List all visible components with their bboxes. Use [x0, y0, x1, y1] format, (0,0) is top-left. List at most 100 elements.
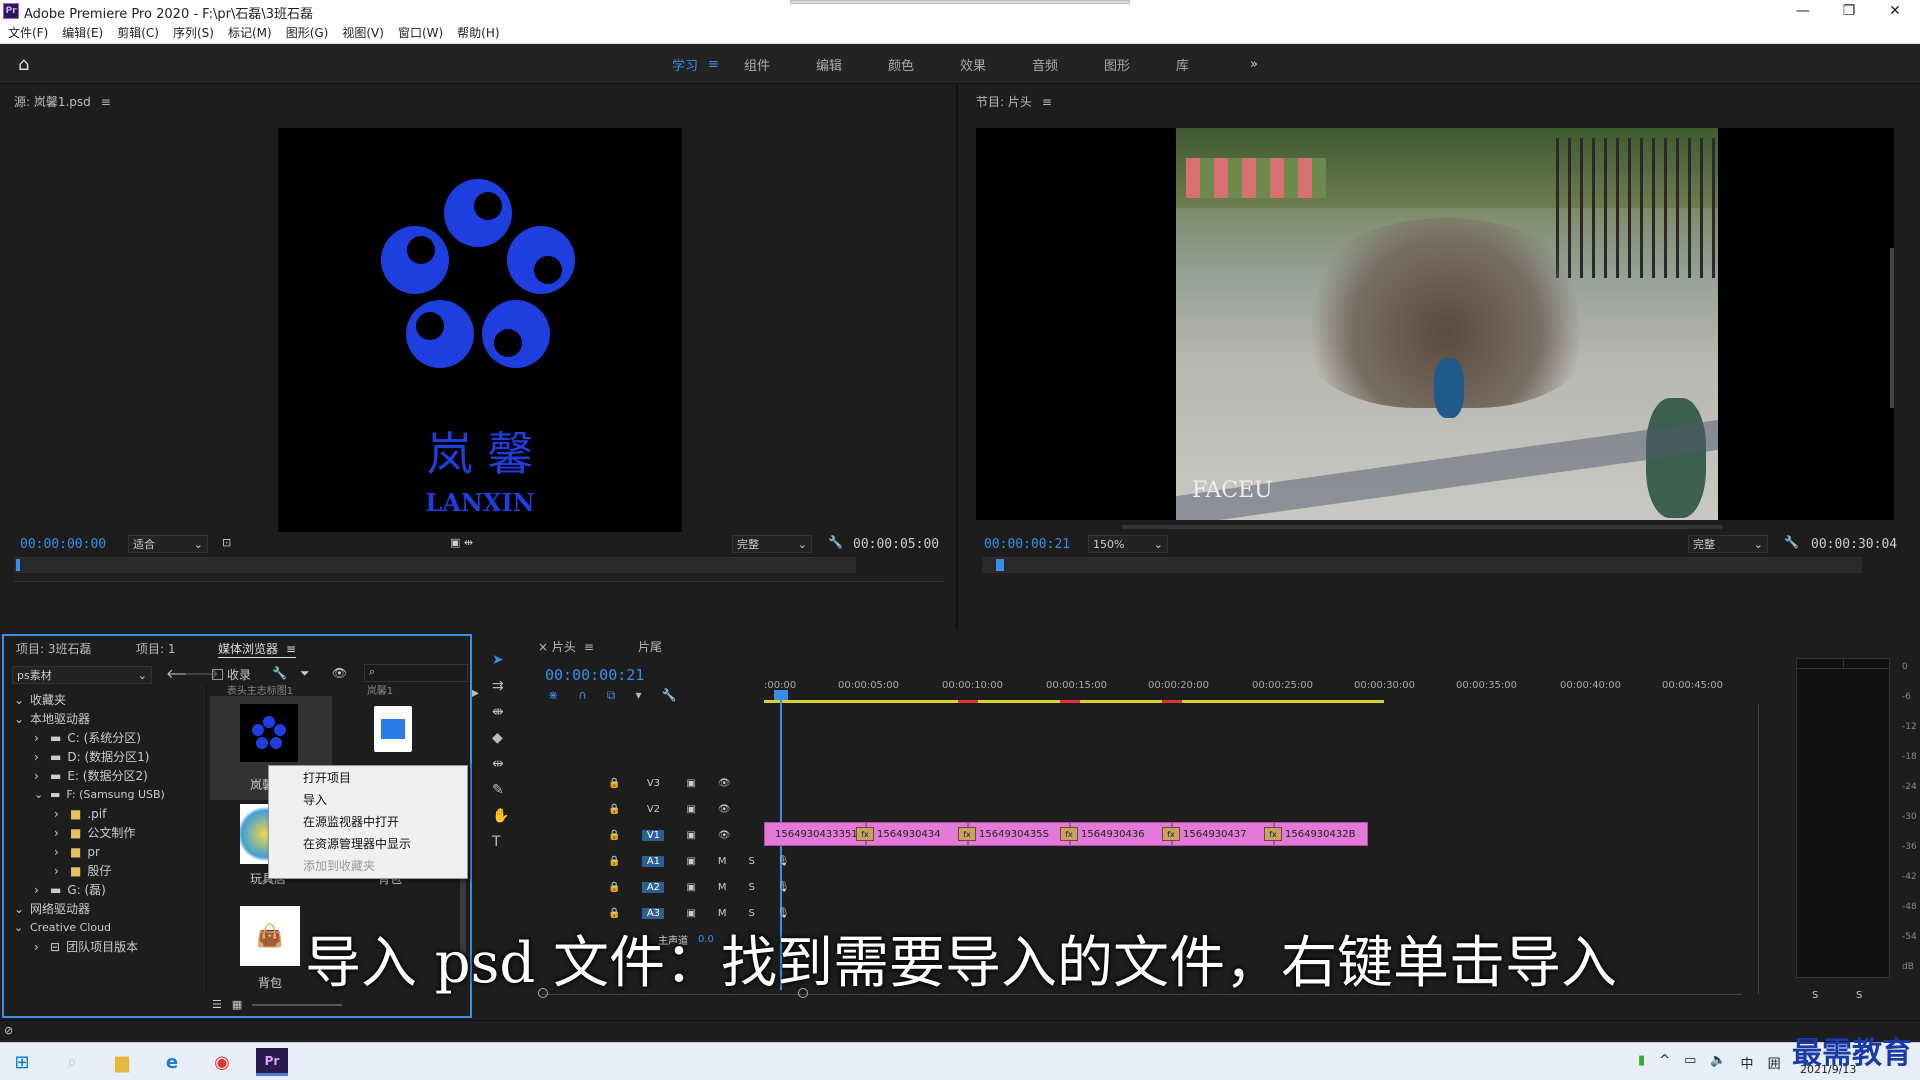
ripple-edit-tool-icon[interactable]: ⇼	[492, 704, 509, 720]
source-fit-dropdown[interactable]: 适合 ⌄	[128, 535, 208, 553]
linked-selection-icon[interactable]: ⧉	[607, 688, 616, 703]
workspace-tab-learn[interactable]: 学习 ≡	[672, 44, 719, 84]
tree-divider[interactable]	[206, 684, 207, 994]
tree-item-drive-g[interactable]: › ▬ G: (磊)	[14, 880, 210, 899]
tree-item-drive-d[interactable]: › ▬ D: (数据分区1)	[14, 747, 210, 766]
track-v2[interactable]: 🔒 V2 ▣ 👁	[568, 796, 1728, 822]
tree-item-network-drives[interactable]: ⌄ 网络驱动器	[14, 899, 210, 918]
track-v3[interactable]: 🔒 V3 ▣ 👁	[568, 770, 1728, 796]
workspace-more-button[interactable]: »	[1250, 44, 1258, 84]
menu-sequence[interactable]: 序列(S)	[173, 24, 214, 41]
program-timecode[interactable]: 00:00:00:21	[984, 537, 1070, 552]
menu-graphics[interactable]: 图形(G)	[286, 24, 329, 41]
tree-item-drive-c[interactable]: › ▬ C: (系统分区)	[14, 728, 210, 747]
close-button[interactable]: ✕	[1872, 0, 1918, 22]
workspace-tab-color[interactable]: 颜色	[888, 44, 914, 84]
restore-button[interactable]: ❐	[1826, 0, 1872, 22]
icon-view-icon[interactable]: ▦	[232, 998, 242, 1011]
timeline-v-scrollbar[interactable]	[1758, 704, 1764, 994]
program-playhead[interactable]	[996, 559, 1004, 571]
transition-fx[interactable]: fx	[1264, 827, 1282, 841]
filter-icon[interactable]: ⏷	[300, 666, 310, 681]
nest-icon[interactable]: ⋇	[548, 688, 558, 703]
selection-tool-icon[interactable]: ➤	[492, 652, 509, 668]
source-preview[interactable]: 岚 馨 LANXIN	[278, 128, 682, 532]
tree-item-folder-docs[interactable]: › ■ 公文制作	[14, 823, 210, 842]
backpack-thumb-icon[interactable]: 👜	[240, 906, 300, 966]
menu-edit[interactable]: 编辑(E)	[62, 24, 103, 41]
minimize-button[interactable]: —	[1780, 0, 1826, 22]
thumbnail-size-slider[interactable]	[252, 1003, 343, 1006]
menu-clip[interactable]: 剪辑(C)	[117, 24, 159, 41]
video-clip[interactable]: 1564930436	[1070, 822, 1172, 846]
program-preview[interactable]: FACEU	[976, 128, 1894, 520]
menu-marker[interactable]: 标记(M)	[228, 24, 272, 41]
type-tool-icon[interactable]: T	[492, 834, 509, 850]
view-icon[interactable]: 👁	[332, 666, 347, 680]
solo-right-button[interactable]: S	[1856, 990, 1862, 1001]
drag-handle[interactable]	[790, 0, 1130, 4]
tray-expand-icon[interactable]: ^	[1659, 1053, 1670, 1072]
list-view-icon[interactable]: ☰	[212, 998, 222, 1011]
track-select-tool-icon[interactable]: ⇉	[492, 678, 509, 694]
wrench-icon[interactable]: 🔧	[1784, 535, 1799, 549]
image-file-icon[interactable]	[374, 706, 412, 752]
tree-item-drive-f[interactable]: ⌄ ▬ F: (Samsung USB)	[14, 785, 210, 804]
program-zoom-dropdown[interactable]: 150% ⌄	[1088, 535, 1168, 553]
video-clip[interactable]: 1564930433351	[764, 822, 866, 846]
tab-media-browser[interactable]: 媒体浏览器 ≡	[218, 640, 297, 658]
network-icon[interactable]: ▭	[1684, 1053, 1696, 1072]
video-clip[interactable]: 1564930435S	[968, 822, 1070, 846]
workspace-tab-graphics[interactable]: 图形	[1104, 44, 1130, 84]
razor-tool-icon[interactable]: ◆	[492, 730, 509, 746]
snap-icon[interactable]: ∩	[578, 688, 587, 703]
add-marker-icon[interactable]: ▾	[635, 688, 641, 703]
start-icon[interactable]: ⊞	[8, 1048, 36, 1076]
source-quality-dropdown[interactable]: 完整 ⌄	[732, 535, 812, 553]
source-settings-icon[interactable]: ⊡	[222, 536, 231, 549]
timeline-timecode[interactable]: 00:00:00:21	[545, 666, 644, 684]
timeline-tab-ending[interactable]: 片尾	[638, 638, 662, 655]
slip-tool-icon[interactable]: ⇹	[492, 756, 509, 772]
search-icon[interactable]: ⌕	[58, 1048, 86, 1076]
tab-project-1[interactable]: 项目: 1	[136, 640, 176, 657]
program-quality-dropdown[interactable]: 完整 ⌄	[1688, 535, 1768, 553]
program-timeline-ruler[interactable]	[982, 557, 1862, 573]
source-playhead[interactable]	[16, 559, 20, 571]
tab-project-3ban[interactable]: 项目: 3班石磊	[16, 640, 92, 657]
transition-fx[interactable]: fx	[958, 827, 976, 841]
menu-window[interactable]: 窗口(W)	[398, 24, 443, 41]
workspace-tab-assembly[interactable]: 组件	[744, 44, 770, 84]
menu-help[interactable]: 帮助(H)	[457, 24, 499, 41]
path-dropdown[interactable]: ps素材 ⌄	[12, 666, 152, 684]
workspace-tab-audio[interactable]: 音频	[1032, 44, 1058, 84]
ime-indicator[interactable]: 中	[1741, 1053, 1754, 1072]
tree-item-creative-cloud[interactable]: ⌄ Creative Cloud	[14, 918, 210, 937]
tree-item-favorites[interactable]: ⌄ 收藏夹	[14, 690, 210, 709]
menu-file[interactable]: 文件(F)	[8, 24, 48, 41]
program-h-scrollbar[interactable]	[1122, 525, 1722, 529]
workspace-menu-icon[interactable]: ≡	[708, 57, 719, 72]
edge-icon[interactable]: e	[158, 1048, 186, 1076]
workspace-tab-editing[interactable]: 编辑	[816, 44, 842, 84]
hand-tool-icon[interactable]: ✋	[492, 808, 509, 824]
home-icon[interactable]: ⌂	[18, 54, 29, 75]
tree-item-drive-e[interactable]: › ▬ E: (数据分区2)	[14, 766, 210, 785]
tree-item-folder-pif[interactable]: › ■ .pif	[14, 804, 210, 823]
insert-overlay-icon[interactable]: ▣ ⇹	[450, 536, 473, 549]
source-timeline-ruler[interactable]	[14, 557, 856, 573]
tree-item-team-versions[interactable]: › ⊟ 团队项目版本	[14, 937, 210, 956]
track-a1[interactable]: 🔒 A1 ▣ M S 🎙	[568, 848, 1728, 874]
timeline-ruler[interactable]: :00:00 00:00:05:00 00:00:10:00 00:00:15:…	[764, 676, 1724, 704]
workspace-tab-libraries[interactable]: 库	[1176, 44, 1189, 84]
track-a2[interactable]: 🔒 A2 ▣ M S 🎙	[568, 874, 1728, 900]
ime-mode-icon[interactable]: 囲	[1768, 1053, 1781, 1072]
transition-fx[interactable]: fx	[1060, 827, 1078, 841]
menu-view[interactable]: 视图(V)	[342, 24, 384, 41]
ingest-checkbox[interactable]: 收录	[212, 666, 251, 683]
volume-icon[interactable]: 🔈	[1710, 1053, 1726, 1072]
ingest-settings-icon[interactable]: 🔧	[272, 666, 287, 680]
source-timecode[interactable]: 00:00:00:00	[20, 537, 106, 552]
battery-icon[interactable]: ▮	[1638, 1053, 1645, 1072]
program-monitor-title[interactable]: 节目: 片头 ≡	[976, 93, 1052, 110]
